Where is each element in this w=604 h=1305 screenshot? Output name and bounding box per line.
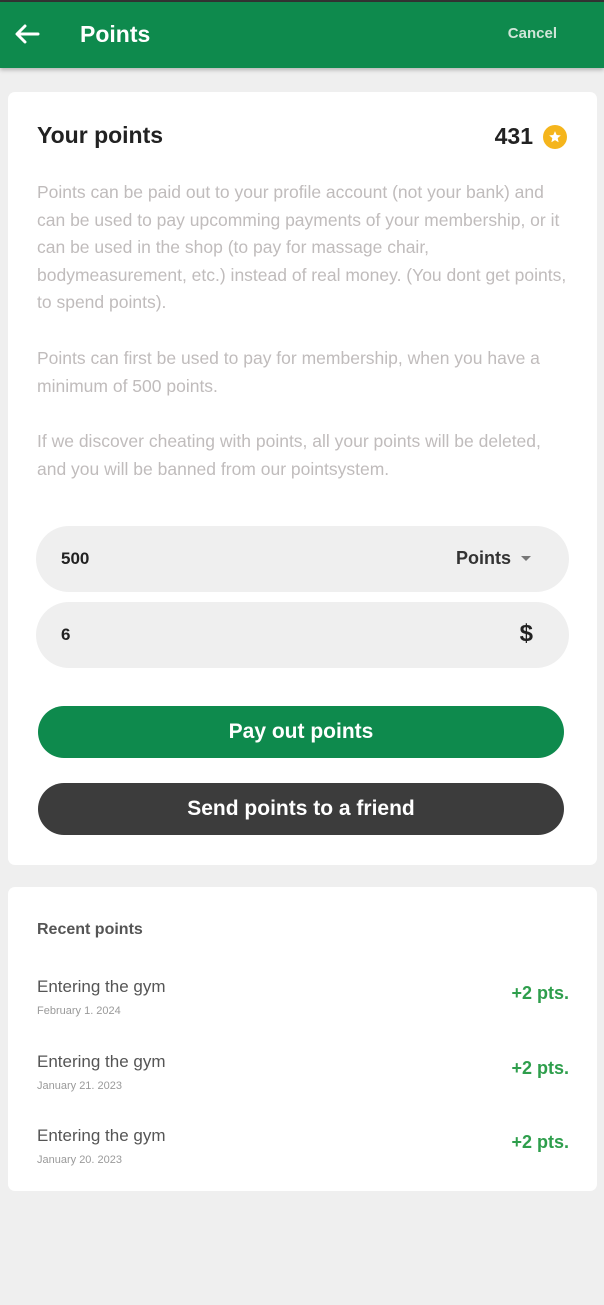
info-text-minimum: Points can first be used to pay for memb… bbox=[37, 348, 540, 396]
info-text-payout: Points can be paid out to your profile a… bbox=[37, 182, 567, 312]
info-text-cheating: If we discover cheating with points, all… bbox=[37, 431, 541, 479]
activity-date: January 21. 2023 bbox=[37, 1080, 123, 1092]
dollar-icon: $ bbox=[519, 620, 533, 647]
activity-date: February 1. 2024 bbox=[37, 1005, 121, 1017]
activity-points: +2 pts. bbox=[511, 983, 569, 1003]
points-balance-value: 431 bbox=[494, 123, 533, 149]
list-item: Entering the gym February 1. 2024 +2 pts… bbox=[37, 977, 569, 1027]
cancel-button[interactable]: Cancel bbox=[508, 24, 557, 44]
money-amount-value: 6 bbox=[61, 625, 71, 644]
caret-down-icon bbox=[521, 556, 531, 561]
recent-points-heading: Recent points bbox=[37, 921, 143, 938]
star-icon bbox=[543, 124, 567, 149]
points-amount-value: 500 bbox=[61, 549, 90, 568]
activity-date: January 20. 2023 bbox=[37, 1154, 123, 1166]
list-item: Entering the gym January 20. 2023 +2 pts… bbox=[37, 1126, 569, 1176]
pay-out-points-button[interactable]: Pay out points bbox=[38, 706, 564, 758]
page-title: Points bbox=[80, 21, 151, 47]
app-bar: Points Cancel bbox=[0, 2, 604, 68]
your-points-heading: Your points bbox=[37, 122, 164, 148]
points-card: Your points 431 Points can be paid out t… bbox=[8, 92, 597, 865]
points-unit-dropdown[interactable]: Points bbox=[456, 548, 531, 569]
activity-points: +2 pts. bbox=[511, 1058, 569, 1078]
points-unit-label: Points bbox=[455, 548, 511, 568]
money-amount-field[interactable]: 6 $ bbox=[36, 602, 569, 668]
send-points-to-friend-button[interactable]: Send points to a friend bbox=[38, 783, 564, 835]
arrow-left-icon bbox=[15, 24, 40, 44]
recent-points-card: Recent points Entering the gym February … bbox=[8, 887, 597, 1191]
activity-title: Entering the gym bbox=[37, 977, 166, 996]
activity-points: +2 pts. bbox=[511, 1132, 569, 1152]
activity-title: Entering the gym bbox=[37, 1052, 166, 1071]
back-button[interactable] bbox=[12, 19, 42, 49]
points-balance: 431 bbox=[495, 123, 567, 150]
points-amount-field[interactable]: 500 Points bbox=[36, 526, 569, 592]
activity-title: Entering the gym bbox=[37, 1126, 166, 1145]
list-item: Entering the gym January 21. 2023 +2 pts… bbox=[37, 1052, 569, 1102]
